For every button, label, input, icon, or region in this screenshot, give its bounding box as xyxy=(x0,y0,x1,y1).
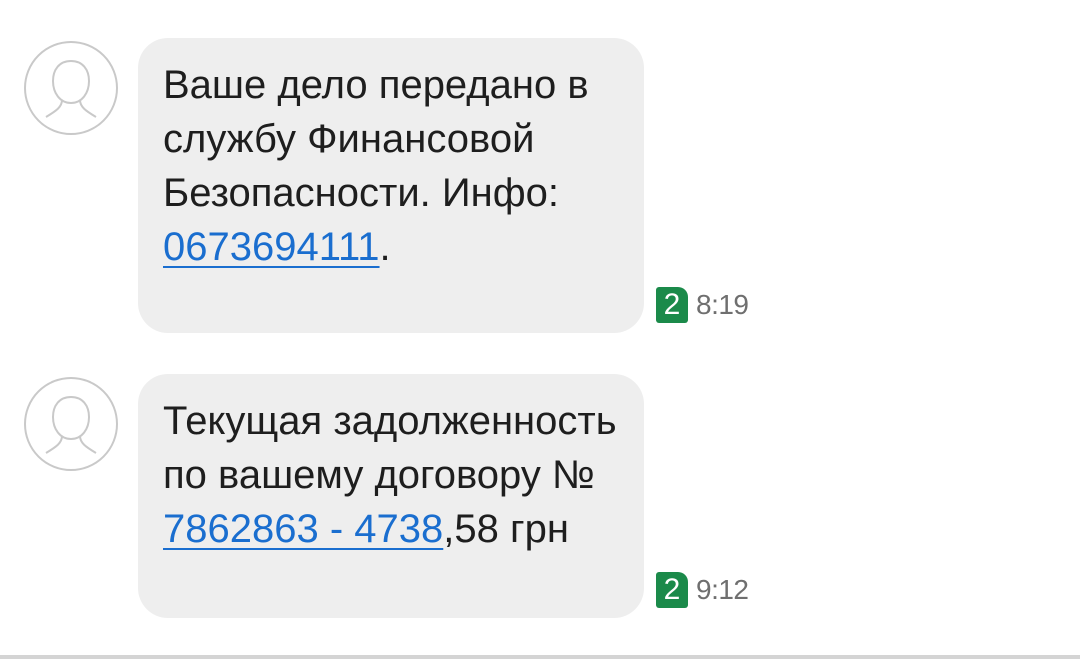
sim-2-badge-icon: 2 xyxy=(656,572,688,608)
message-bubble[interactable]: Ваше дело передано в службу Финансовой Б… xyxy=(138,38,644,333)
message-text-start: Ваше дело передано в службу Финансовой Б… xyxy=(163,63,589,215)
sim-2-badge-icon: 2 xyxy=(656,287,688,323)
phone-link[interactable]: 0673694111 xyxy=(163,225,380,269)
message-row: Ваше дело передано в службу Финансовой Б… xyxy=(0,38,1080,333)
message-text: Ваше дело передано в службу Финансовой Б… xyxy=(163,58,620,274)
message-meta: 2 8:19 xyxy=(656,287,749,323)
contact-avatar-icon[interactable] xyxy=(24,41,118,135)
message-meta: 2 9:12 xyxy=(656,572,749,608)
person-outline-icon xyxy=(45,395,97,454)
contract-number-link[interactable]: 7862863 - 4738 xyxy=(163,507,443,551)
message-text-end: ,58 грн xyxy=(443,507,569,551)
divider xyxy=(0,655,1080,659)
message-time: 8:19 xyxy=(696,289,749,320)
message-text-end: . xyxy=(379,225,391,269)
message-time: 9:12 xyxy=(696,574,749,605)
message-bubble[interactable]: Текущая задолженность по вашему договору… xyxy=(138,374,644,618)
message-text: Текущая задолженность по вашему договору… xyxy=(163,394,620,556)
contact-avatar-icon[interactable] xyxy=(24,377,118,471)
message-text-start: Текущая задолженность по вашему договору… xyxy=(163,399,617,497)
message-row: Текущая задолженность по вашему договору… xyxy=(0,374,1080,618)
person-outline-icon xyxy=(45,59,97,118)
